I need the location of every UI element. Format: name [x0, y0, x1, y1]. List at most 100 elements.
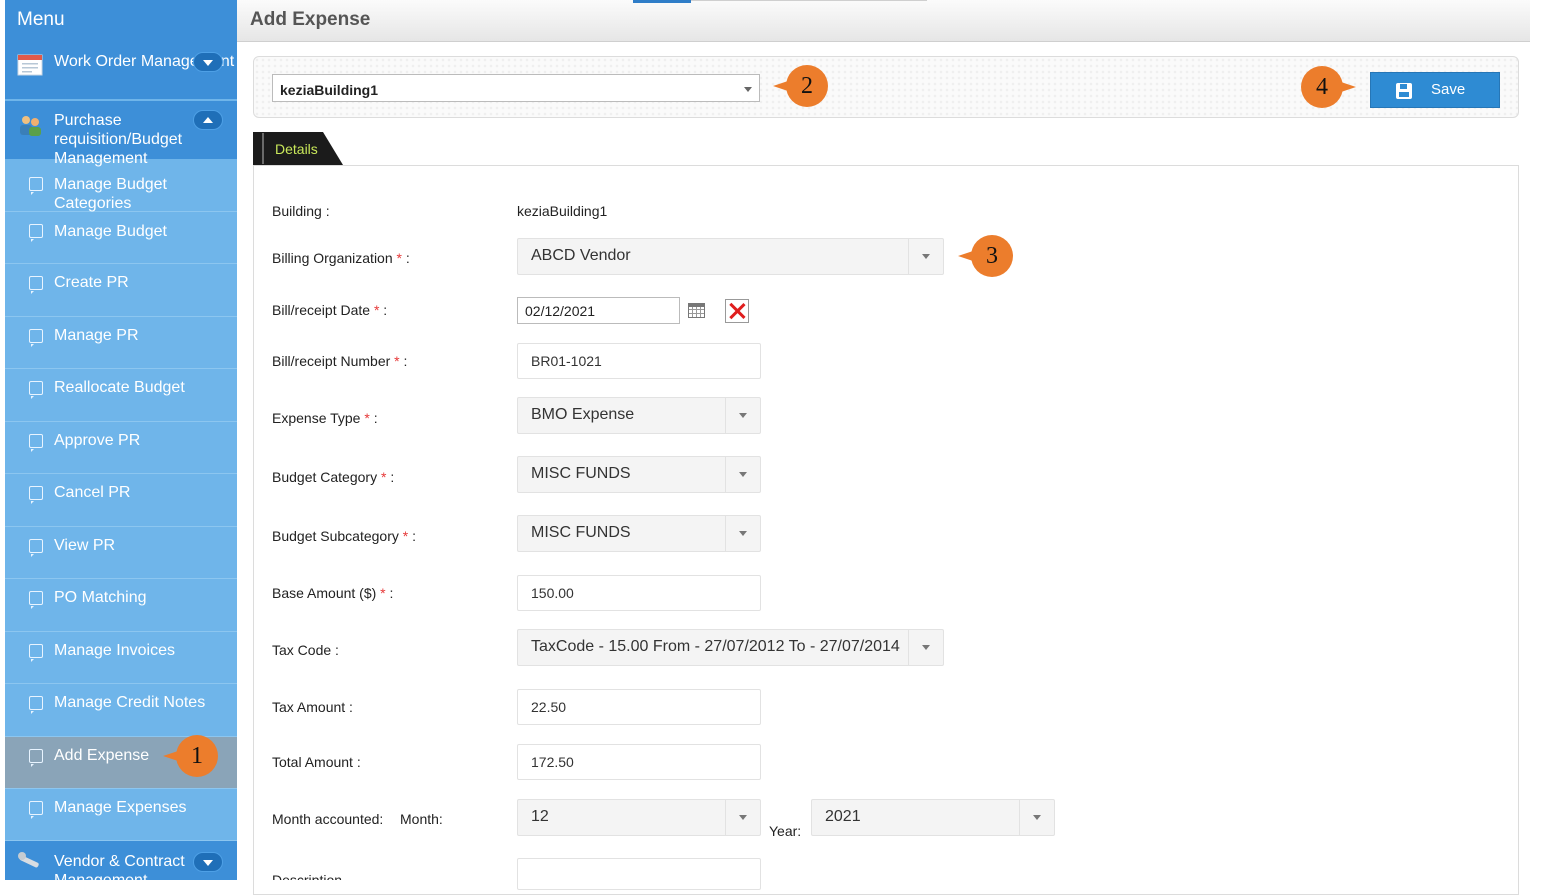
comment-icon: [29, 276, 43, 294]
building-value: keziaBuilding1: [517, 203, 608, 219]
sidebar-item-view-pr[interactable]: View PR: [5, 527, 237, 579]
month-label: Month:: [400, 811, 443, 827]
users-icon: [17, 113, 43, 137]
dropdown-arrow-icon: [725, 516, 760, 551]
callout-marker-2: 2: [773, 65, 828, 107]
header-accent: [633, 0, 691, 3]
sidebar-item-label: Approve PR: [54, 432, 141, 449]
tab-details[interactable]: Details: [253, 132, 343, 165]
floppy-disk-icon: [1396, 83, 1412, 99]
tax-code-value: TaxCode - 15.00 From - 27/07/2012 To - 2…: [531, 638, 900, 655]
save-button[interactable]: Save: [1370, 72, 1500, 108]
comment-icon: [29, 486, 43, 504]
tax-code-select[interactable]: TaxCode - 15.00 From - 27/07/2012 To - 2…: [517, 629, 944, 666]
required-marker: *: [373, 302, 380, 318]
caret-down-icon: [744, 87, 752, 92]
description-input[interactable]: [517, 858, 761, 890]
total-amount-input[interactable]: 172.50: [517, 744, 761, 780]
building-select[interactable]: keziaBuilding1: [272, 74, 760, 102]
dropdown-arrow-icon: [725, 398, 760, 433]
comment-icon: [29, 177, 43, 195]
chevron-down-icon[interactable]: [193, 52, 223, 72]
dropdown-arrow-icon: [1019, 800, 1054, 835]
divider: [691, 0, 927, 1]
billing-org-label: Billing Organization * :: [272, 250, 410, 266]
tax-code-label: Tax Code :: [272, 642, 339, 658]
month-select[interactable]: 12: [517, 799, 761, 836]
bill-number-label: Bill/receipt Number * :: [272, 353, 408, 369]
sidebar-item-label: Manage PR: [54, 327, 139, 344]
budget-subcategory-value: MISC FUNDS: [531, 524, 631, 541]
bill-date-input[interactable]: 02/12/2021: [517, 297, 680, 324]
comment-icon: [29, 539, 43, 557]
sidebar-group-work-order[interactable]: Work Order Management: [5, 40, 237, 99]
sidebar-group-label: Vendor & Contract Management: [54, 853, 185, 880]
sidebar-item-label: Manage Credit Notes: [54, 694, 206, 711]
chevron-down-icon[interactable]: [193, 852, 223, 872]
sidebar-item-label: Manage Invoices: [54, 642, 175, 659]
sidebar-group-vendor[interactable]: Vendor & Contract Management: [5, 841, 237, 880]
dropdown-arrow-icon: [908, 239, 943, 274]
chevron-up-icon[interactable]: [193, 110, 223, 130]
sidebar-item-label: Manage Expenses: [54, 799, 187, 816]
sidebar-item-label: Add Expense: [54, 747, 150, 764]
tab-stripe: [262, 133, 264, 164]
sidebar-item-manage-expenses[interactable]: Manage Expenses: [5, 789, 237, 841]
sidebar-item-approve-pr[interactable]: Approve PR: [5, 422, 237, 474]
required-marker: *: [396, 250, 402, 266]
required-marker: *: [380, 585, 386, 601]
sidebar-group-label: Purchase requisition/Budget Management: [54, 112, 183, 167]
sidebar-item-label: Cancel PR: [54, 484, 131, 501]
budget-subcategory-label: Budget Subcategory * :: [272, 528, 416, 544]
clear-date-icon[interactable]: [725, 299, 749, 323]
base-amount-input[interactable]: 150.00: [517, 575, 761, 611]
sidebar-item-label: Reallocate Budget: [54, 379, 185, 396]
year-select[interactable]: 2021: [811, 799, 1055, 836]
expense-type-value: BMO Expense: [531, 406, 635, 423]
required-marker: *: [394, 353, 400, 369]
tools-icon: [17, 850, 43, 874]
budget-subcategory-select[interactable]: MISC FUNDS: [517, 515, 761, 552]
billing-org-value: ABCD Vendor: [531, 247, 631, 264]
sidebar-item-label: Create PR: [54, 274, 129, 291]
calendar-icon: [17, 52, 43, 76]
sidebar-item-manage-budget[interactable]: Manage Budget: [5, 212, 237, 264]
sidebar-item-manage-invoices[interactable]: Manage Invoices: [5, 632, 237, 684]
sidebar-item-manage-pr[interactable]: Manage PR: [5, 317, 237, 369]
sidebar-header: Menu: [5, 0, 237, 40]
sidebar-group-purchase[interactable]: Purchase requisition/Budget Management: [5, 101, 237, 167]
expense-type-select[interactable]: BMO Expense: [517, 397, 761, 434]
save-button-label: Save: [1431, 81, 1466, 98]
comment-icon: [29, 591, 43, 609]
required-marker: *: [402, 528, 409, 544]
month-value: 12: [531, 808, 549, 825]
budget-category-value: MISC FUNDS: [531, 465, 631, 482]
tab-label: Details: [275, 141, 318, 157]
sidebar-item-cancel-pr[interactable]: Cancel PR: [5, 474, 237, 527]
callout-marker-1: 1: [163, 735, 218, 777]
sidebar-item-reallocate-budget[interactable]: Reallocate Budget: [5, 369, 237, 422]
billing-org-select[interactable]: ABCD Vendor: [517, 238, 944, 275]
sidebar-item-po-matching[interactable]: PO Matching: [5, 579, 237, 632]
tax-amount-input[interactable]: 22.50: [517, 689, 761, 725]
sidebar-item-manage-credit-notes[interactable]: Manage Credit Notes: [5, 684, 237, 737]
calendar-picker-icon[interactable]: [688, 303, 705, 318]
sidebar-item-create-pr[interactable]: Create PR: [5, 264, 237, 317]
comment-icon: [29, 749, 43, 767]
bill-number-input[interactable]: BR01-1021: [517, 343, 761, 379]
base-amount-label: Base Amount ($) * :: [272, 585, 394, 601]
comment-icon: [29, 381, 43, 399]
required-marker: *: [364, 410, 370, 426]
budget-category-select[interactable]: MISC FUNDS: [517, 456, 761, 493]
comment-icon: [29, 644, 43, 662]
budget-category-label: Budget Category * :: [272, 469, 395, 485]
sidebar-item-label: Manage Budget: [54, 223, 167, 240]
callout-marker-3: 3: [958, 235, 1013, 277]
building-select-value: keziaBuilding1: [280, 82, 379, 98]
comment-icon: [29, 224, 43, 242]
total-amount-label: Total Amount :: [272, 754, 361, 770]
comment-icon: [29, 329, 43, 347]
sidebar-item-manage-budget-categories[interactable]: Manage Budget Categories: [5, 160, 237, 212]
page-title: Add Expense: [250, 9, 371, 30]
page-header: Add Expense: [237, 0, 1530, 42]
